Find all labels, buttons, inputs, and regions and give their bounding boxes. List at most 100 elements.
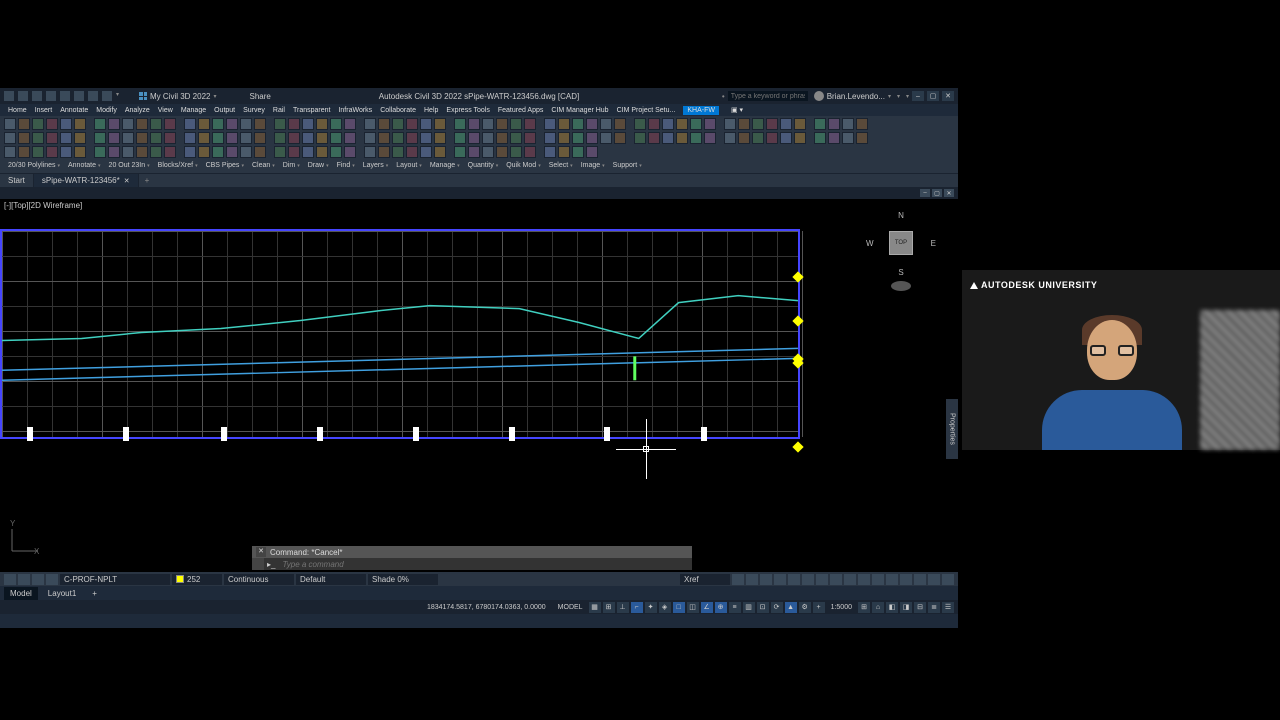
ribbon-tab[interactable]: Rail	[273, 107, 285, 114]
close-button[interactable]: ✕	[942, 91, 954, 101]
color-dropdown[interactable]: 252	[172, 574, 222, 585]
viewcube-face[interactable]: TOP	[889, 231, 913, 255]
ribbon-tool-button[interactable]	[198, 146, 210, 158]
ribbon-tool-button[interactable]	[600, 132, 612, 144]
qp-r7-icon[interactable]	[816, 574, 828, 585]
station-tick[interactable]	[221, 427, 227, 441]
ribbon-tool-button[interactable]	[406, 146, 418, 158]
qp-r2-icon[interactable]	[746, 574, 758, 585]
ribbon-tool-button[interactable]	[378, 132, 390, 144]
ribbon-tool-button[interactable]	[288, 146, 300, 158]
ribbon-tool-button[interactable]	[752, 132, 764, 144]
ribbon-tool-button[interactable]	[212, 118, 224, 130]
ribbon-tool-button[interactable]	[434, 118, 446, 130]
ribbon-tool-button[interactable]	[316, 132, 328, 144]
ribbon-tool-button[interactable]	[662, 132, 674, 144]
ribbon-tool-button[interactable]	[496, 118, 508, 130]
ribbon-tab[interactable]: Home	[8, 107, 27, 114]
ribbon-tool-button[interactable]	[392, 146, 404, 158]
ribbon-tool-button[interactable]	[738, 132, 750, 144]
ribbon-tool-button[interactable]	[74, 132, 86, 144]
ribbon-tool-button[interactable]	[108, 132, 120, 144]
ribbon-tool-button[interactable]	[316, 118, 328, 130]
ribbon-tool-button[interactable]	[94, 132, 106, 144]
ribbon-tool-button[interactable]	[4, 146, 16, 158]
ribbon-tool-button[interactable]	[74, 146, 86, 158]
ribbon-tool-button[interactable]	[752, 118, 764, 130]
station-tick[interactable]	[317, 427, 323, 441]
ribbon-tool-button[interactable]	[454, 132, 466, 144]
doc-close-button[interactable]: ✕	[944, 189, 954, 197]
ribbon-tab[interactable]: CIM Project Setu...	[617, 107, 676, 114]
sb-otrack-icon[interactable]: ∠	[701, 602, 713, 613]
help-search-input[interactable]	[728, 91, 808, 101]
ribbon-panel-label[interactable]: CBS Pipes ▾	[206, 162, 244, 169]
xref-label[interactable]: Xref	[680, 574, 730, 585]
ribbon-tool-button[interactable]	[482, 118, 494, 130]
sb-cycle-icon[interactable]: ⟳	[771, 602, 783, 613]
ribbon-tool-button[interactable]	[184, 146, 196, 158]
qat-undo-icon[interactable]	[88, 91, 98, 101]
ribbon-tool-button[interactable]	[510, 146, 522, 158]
ribbon-tool-button[interactable]	[274, 146, 286, 158]
ribbon-panel-label[interactable]: Annotate ▾	[68, 162, 101, 169]
ribbon-tool-button[interactable]	[676, 118, 688, 130]
station-tick[interactable]	[604, 427, 610, 441]
ribbon-tool-button[interactable]	[544, 132, 556, 144]
ribbon-tool-button[interactable]	[122, 118, 134, 130]
qp-icon-1[interactable]	[4, 574, 16, 585]
ribbon-tool-button[interactable]	[392, 118, 404, 130]
ribbon-tool-button[interactable]	[794, 118, 806, 130]
ribbon-tool-button[interactable]	[240, 118, 252, 130]
ribbon-panel-label[interactable]: 20 Out 23In ▾	[109, 162, 150, 169]
linetype-dropdown[interactable]: Continuous	[224, 574, 294, 585]
ribbon-tab[interactable]: KHA-FW	[683, 106, 719, 115]
ribbon-tab[interactable]: CIM Manager Hub	[551, 107, 608, 114]
qp-r8-icon[interactable]	[830, 574, 842, 585]
ribbon-tool-button[interactable]	[766, 132, 778, 144]
ribbon-tool-button[interactable]	[648, 118, 660, 130]
ribbon-tool-button[interactable]	[496, 132, 508, 144]
ribbon-tool-button[interactable]	[164, 132, 176, 144]
sb-gear-icon[interactable]: ⚙	[799, 602, 811, 613]
ribbon-tool-button[interactable]	[302, 132, 314, 144]
ribbon-tool-button[interactable]	[274, 132, 286, 144]
ribbon-tool-button[interactable]	[184, 118, 196, 130]
ribbon-tool-button[interactable]	[136, 146, 148, 158]
ribbon-tab[interactable]: Output	[214, 107, 235, 114]
ribbon-tool-button[interactable]	[122, 146, 134, 158]
ribbon-tool-button[interactable]	[482, 146, 494, 158]
ribbon-tool-button[interactable]	[420, 146, 432, 158]
doc-minimize-button[interactable]: –	[920, 189, 930, 197]
ribbon-panel-label[interactable]: Dim ▾	[283, 162, 300, 169]
ribbon-tab[interactable]: Modify	[96, 107, 117, 114]
ribbon-tool-button[interactable]	[842, 118, 854, 130]
ribbon-tool-button[interactable]	[136, 118, 148, 130]
ribbon-tool-button[interactable]	[794, 132, 806, 144]
ribbon-tool-button[interactable]	[254, 146, 266, 158]
ribbon-tool-button[interactable]	[572, 146, 584, 158]
lineweight-dropdown[interactable]: Default	[296, 574, 366, 585]
ribbon-tool-button[interactable]	[254, 132, 266, 144]
ribbon-tab[interactable]: Express Tools	[446, 107, 489, 114]
qp-r13-icon[interactable]	[900, 574, 912, 585]
ribbon-tool-button[interactable]	[288, 118, 300, 130]
sb-trn-icon[interactable]: ▥	[743, 602, 755, 613]
ribbon-tool-button[interactable]	[572, 132, 584, 144]
sb-b4-icon[interactable]: ◨	[900, 602, 912, 613]
viewcube[interactable]: N W E S TOP	[866, 211, 936, 291]
tab-close-icon[interactable]: ✕	[124, 177, 130, 185]
sb-b1-icon[interactable]: ⊞	[858, 602, 870, 613]
ribbon-tool-button[interactable]	[828, 132, 840, 144]
station-tick[interactable]	[123, 427, 129, 441]
ribbon-panel-label[interactable]: 20/30 Polylines ▾	[8, 162, 60, 169]
ribbon-tool-button[interactable]	[766, 118, 778, 130]
ribbon-tab[interactable]: View	[158, 107, 173, 114]
station-tick[interactable]	[27, 427, 33, 441]
ribbon-tool-button[interactable]	[544, 146, 556, 158]
properties-palette-tab[interactable]: Properties	[946, 399, 958, 459]
ribbon-tool-button[interactable]	[634, 118, 646, 130]
ribbon-tool-button[interactable]	[4, 118, 16, 130]
ribbon-tab[interactable]: Analyze	[125, 107, 150, 114]
app-menu-icon[interactable]	[4, 91, 14, 101]
